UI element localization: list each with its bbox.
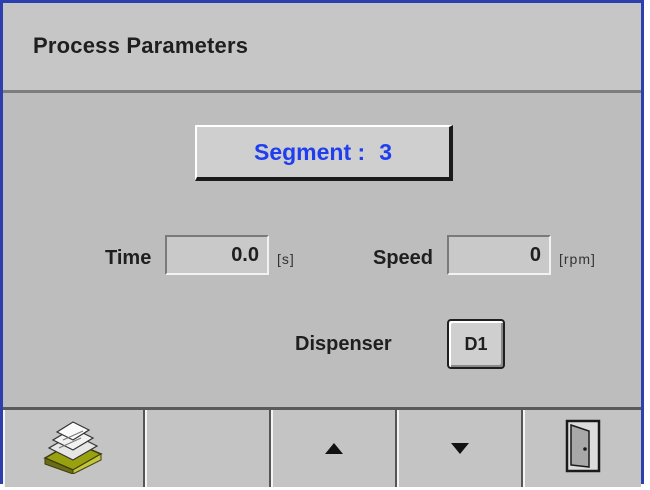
arrow-down-icon [451, 443, 469, 454]
speed-unit: [rpm] [559, 251, 596, 267]
segment-selector-button[interactable]: Segment : 3 [195, 125, 453, 181]
scroll-up-button[interactable] [271, 410, 397, 487]
time-unit: [s] [277, 251, 295, 267]
bottom-toolbar [3, 407, 641, 487]
speed-label: Speed [373, 247, 434, 269]
arrow-up-icon [325, 443, 343, 454]
dispenser-label: Dispenser [295, 333, 392, 355]
hmi-screen: Process Parameters Segment : 3 Time 0.0 … [0, 0, 644, 487]
disk-stack-button[interactable] [3, 410, 145, 487]
disk-stack-icon [39, 418, 109, 479]
exit-button[interactable] [523, 410, 641, 487]
time-label: Time [105, 247, 152, 269]
scroll-down-button[interactable] [397, 410, 523, 487]
page-title: Process Parameters [33, 33, 249, 58]
time-field[interactable]: 0.0 [165, 235, 269, 275]
header-bar: Process Parameters [3, 3, 641, 93]
dispenser-d1-button[interactable]: D1 [447, 319, 505, 369]
blank-button[interactable] [145, 410, 271, 487]
segment-value: 3 [379, 138, 392, 165]
segment-label: Segment : [254, 138, 366, 165]
speed-field[interactable]: 0 [447, 235, 551, 275]
exit-door-icon [563, 419, 603, 478]
